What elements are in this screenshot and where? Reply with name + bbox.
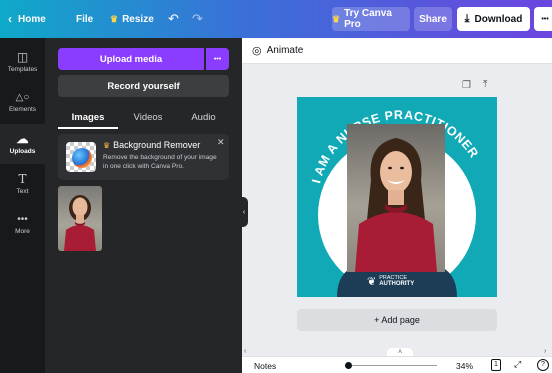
scroll-left-icon[interactable]: ‹: [244, 348, 246, 355]
tab-audio[interactable]: Audio: [178, 107, 229, 127]
rail-label: More: [15, 228, 30, 235]
download-label: Download: [474, 13, 523, 25]
uploads-panel: Upload media ••• Record yourself Images …: [45, 38, 242, 373]
zoom-slider[interactable]: [345, 362, 437, 369]
side-rail: ◫ Templates △○ Elements ☁ Uploads T Text…: [0, 38, 45, 373]
try-canva-pro-button[interactable]: ♛ Try Canva Pro: [332, 7, 410, 31]
tab-videos-label: Videos: [133, 111, 163, 123]
tab-images-label: Images: [71, 111, 105, 123]
add-page-button[interactable]: + Add page: [297, 309, 497, 331]
help-icon[interactable]: ?: [537, 359, 549, 371]
resize-button[interactable]: ♛ Resize: [110, 0, 154, 38]
share-label: Share: [419, 13, 447, 25]
add-page-icon[interactable]: ⤒: [483, 79, 487, 90]
notes-button[interactable]: Notes: [254, 361, 276, 371]
uploaded-image-thumbnail[interactable]: [58, 186, 102, 251]
more-options-label: •••: [541, 15, 549, 23]
page-count-label: 1: [494, 361, 498, 368]
background-remover-title: Background Remover: [113, 140, 201, 150]
woman-photo: [355, 138, 437, 272]
add-page-label: + Add page: [374, 315, 420, 325]
crown-icon: ♛: [103, 140, 111, 150]
rail-item-more[interactable]: ••• More: [0, 204, 45, 244]
record-yourself-button[interactable]: Record yourself: [58, 75, 229, 97]
rail-item-templates[interactable]: ◫ Templates: [0, 42, 45, 82]
elements-icon: △○: [15, 92, 30, 103]
rail-label: Text: [16, 188, 29, 195]
bottom-bar: Notes 34% 1 ⤢ ?: [242, 356, 552, 373]
more-icon: •••: [17, 214, 28, 225]
zoom-label: 34%: [456, 361, 474, 371]
woman-photo: [64, 195, 96, 251]
animate-label: Animate: [266, 45, 304, 56]
background-remover-card[interactable]: ♛ Background Remover Remove the backgrou…: [58, 134, 229, 180]
duplicate-page-icon[interactable]: ❐: [462, 80, 471, 91]
file-label: File: [76, 13, 94, 25]
animate-icon: ◎: [252, 45, 262, 57]
logo-icon: ❦: [367, 275, 377, 288]
logo-line-2: AUTHORITY: [379, 281, 415, 287]
tab-images-underline: [58, 127, 118, 129]
top-toolbar: ‹ Home File ♛ Resize ↶ ↷ ♛ Try Canva Pro…: [0, 0, 552, 38]
scroll-right-icon[interactable]: ›: [544, 348, 546, 355]
uploads-icon: ☁: [16, 132, 29, 146]
background-remover-thumbnail: [66, 142, 96, 172]
notes-label: Notes: [254, 361, 277, 371]
text-icon: T: [18, 172, 27, 186]
more-options-button[interactable]: •••: [534, 7, 552, 31]
templates-icon: ◫: [16, 50, 29, 64]
share-button[interactable]: Share: [414, 7, 452, 31]
download-button[interactable]: ⤓ Download: [457, 7, 530, 31]
home-button[interactable]: ‹ Home: [8, 0, 46, 38]
upload-options-button[interactable]: •••: [206, 48, 229, 70]
tab-audio-label: Audio: [191, 111, 216, 123]
rail-item-uploads[interactable]: ☁ Uploads: [0, 124, 45, 164]
rail-label: Uploads: [9, 148, 36, 155]
download-icon: ⤓: [464, 12, 470, 25]
chevron-left-icon: ‹: [8, 12, 12, 26]
rail-item-text[interactable]: T Text: [0, 164, 45, 204]
zoom-slider-knob[interactable]: [345, 362, 352, 369]
upload-media-label: Upload media: [99, 53, 163, 65]
record-yourself-label: Record yourself: [107, 80, 180, 92]
upload-options-label: •••: [213, 55, 222, 63]
animate-bar: ◎ Animate: [242, 38, 552, 64]
fullscreen-icon[interactable]: ⤢: [514, 359, 521, 370]
design-photo[interactable]: [347, 124, 445, 272]
practice-authority-logo: ❦ PRACTICE AUTHORITY: [367, 273, 437, 289]
upload-media-button[interactable]: Upload media: [58, 48, 204, 70]
background-remover-description: Remove the background of your image in o…: [103, 154, 217, 170]
chevron-up-icon: ˄: [397, 349, 403, 356]
crown-icon: ♛: [110, 13, 119, 24]
try-pro-label: Try Canva Pro: [344, 8, 392, 30]
tab-videos[interactable]: Videos: [118, 107, 178, 127]
tab-images[interactable]: Images: [58, 107, 118, 127]
design-page[interactable]: I AM A NURSE PRACTITIONER ❦ PRACTICE: [297, 97, 497, 297]
page-count-button[interactable]: 1: [491, 359, 501, 371]
rail-label: Templates: [7, 66, 38, 73]
close-icon[interactable]: ✕: [217, 137, 225, 148]
rail-label: Elements: [8, 106, 37, 113]
redo-icon[interactable]: ↷: [192, 0, 203, 38]
rail-item-elements[interactable]: △○ Elements: [0, 82, 45, 122]
home-label: Home: [18, 13, 46, 25]
file-menu-button[interactable]: File: [76, 0, 93, 38]
undo-icon[interactable]: ↶: [168, 0, 179, 38]
resize-label: Resize: [122, 13, 154, 25]
crown-icon: ♛: [332, 13, 341, 24]
zoom-level[interactable]: 34%: [456, 361, 473, 371]
animate-button[interactable]: ◎ Animate: [252, 44, 303, 57]
editor-area: ◎ Animate ❐ ⤒ I AM A NURSE PRACTITIONER: [242, 38, 552, 373]
